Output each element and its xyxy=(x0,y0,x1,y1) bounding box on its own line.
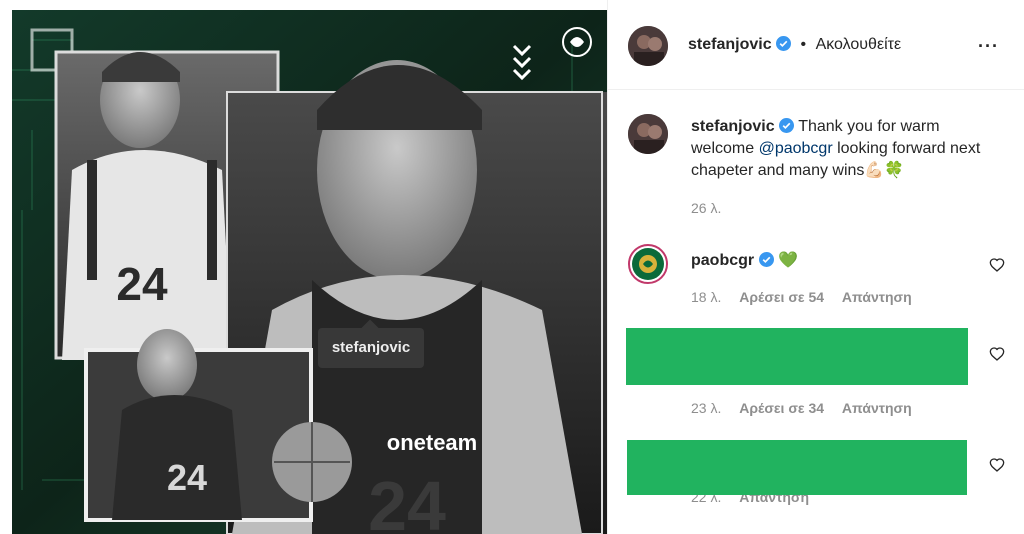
post-image[interactable]: 24 oneteam 24 24 stefanjovic xyxy=(12,10,607,534)
instagram-post: 24 oneteam 24 24 stefanjovic stefanjovic… xyxy=(0,0,1024,534)
comment-likes[interactable]: Αρέσει σε 34 xyxy=(739,400,824,416)
post-image-artwork: 24 oneteam 24 24 xyxy=(12,10,607,534)
caption-mention-link[interactable]: @paobcgr xyxy=(759,140,833,157)
jersey-number-1: 24 xyxy=(116,258,168,310)
header-separator: • xyxy=(800,36,807,53)
redacted-comment-block xyxy=(627,440,967,495)
redacted-comment-block xyxy=(626,328,968,385)
like-heart-icon[interactable] xyxy=(989,457,1005,473)
comment-likes[interactable]: Αρέσει σε 54 xyxy=(739,289,824,305)
post-sidebar: stefanjovic • Ακολουθείτε ··· stefanjovi… xyxy=(607,0,1024,534)
comment-1: paobcgr 💚 xyxy=(691,250,798,270)
verified-icon xyxy=(776,36,792,51)
caption: stefanjovic Thank you for warm welcome @… xyxy=(691,116,1001,182)
verified-icon xyxy=(758,252,774,267)
author-avatar[interactable] xyxy=(628,26,668,66)
following-button[interactable]: Ακολουθείτε xyxy=(816,36,902,53)
caption-time[interactable]: 26 λ. xyxy=(691,200,721,216)
comment-meta: 23 λ. Αρέσει σε 34 Απάντηση xyxy=(691,400,926,416)
like-heart-icon[interactable] xyxy=(989,346,1005,362)
comment-time[interactable]: 23 λ. xyxy=(691,400,721,416)
like-heart-icon[interactable] xyxy=(989,257,1005,273)
jersey-number-2: 24 xyxy=(368,467,446,534)
post-header: stefanjovic • Ακολουθείτε ··· xyxy=(608,0,1024,90)
comment-avatar[interactable] xyxy=(628,244,668,284)
comment-meta: 18 λ. Αρέσει σε 54 Απάντηση xyxy=(691,289,926,305)
comment-text: 💚 xyxy=(778,252,798,269)
caption-avatar[interactable] xyxy=(628,114,668,154)
comment-username[interactable]: paobcgr xyxy=(691,252,754,269)
sponsor-logo: oneteam xyxy=(387,430,477,455)
reply-button[interactable]: Απάντηση xyxy=(842,289,912,305)
user-tag-label: stefanjovic xyxy=(331,339,411,356)
reply-button[interactable]: Απάντηση xyxy=(842,400,912,416)
verified-icon xyxy=(779,118,795,133)
more-options-icon[interactable]: ··· xyxy=(978,36,999,57)
author-username[interactable]: stefanjovic xyxy=(688,36,772,53)
user-tag[interactable]: stefanjovic xyxy=(318,319,424,368)
comment-time[interactable]: 18 λ. xyxy=(691,289,721,305)
jersey-number-3: 24 xyxy=(167,457,207,498)
caption-username[interactable]: stefanjovic xyxy=(691,118,775,135)
